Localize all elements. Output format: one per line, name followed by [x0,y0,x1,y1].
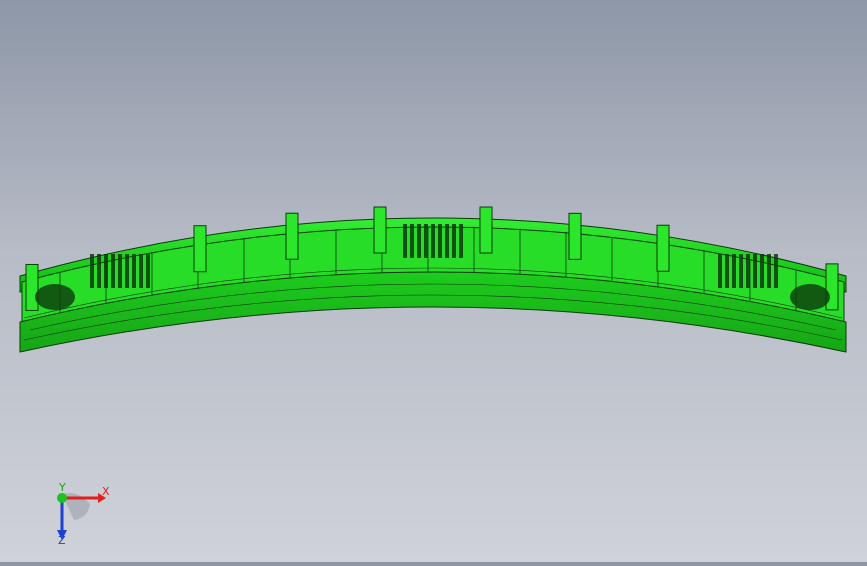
grille-slot [774,254,778,288]
end-vent [790,284,830,310]
grille-slot [146,254,150,288]
x-axis-label: X [102,485,110,498]
grille-slot [410,224,414,258]
grille-slot [732,254,736,288]
coordinate-triad: X Y Z [44,480,114,547]
grille-slot [746,254,750,288]
y-axis-label: Y [58,481,66,494]
end-vent [35,284,75,310]
grille-slot [118,254,122,288]
grille-slot [753,254,757,288]
grille-slot [459,224,463,258]
grille-slot [90,254,94,288]
grille-slot [431,224,435,258]
mounting-tab [479,206,493,254]
grille-slot [424,224,428,258]
grille-slot [132,254,136,288]
grille-slot [760,254,764,288]
mounting-tab [285,212,299,260]
grille-slot [739,254,743,288]
mounting-tab [25,263,39,311]
mounting-tab [825,263,839,311]
grille-slot [445,224,449,258]
grille-slot [452,224,456,258]
z-axis-label: Z [58,534,66,546]
grille-slot [725,254,729,288]
grille-slot [403,224,407,258]
grille-slot [438,224,442,258]
grille-slot [718,254,722,288]
y-axis-dot [57,493,67,503]
mounting-tab [656,224,670,272]
grille-slot [97,254,101,288]
grille-slot [139,254,143,288]
grille-slot [417,224,421,258]
grille-slot [111,254,115,288]
model-view[interactable] [0,0,867,562]
mounting-tab [373,206,387,254]
grille-slot [104,254,108,288]
mounting-tab [193,225,207,273]
grille-slot [125,254,129,288]
grille-slot [767,254,771,288]
mounting-tab [568,212,582,260]
graphics-viewport[interactable]: X Y Z [0,0,867,562]
